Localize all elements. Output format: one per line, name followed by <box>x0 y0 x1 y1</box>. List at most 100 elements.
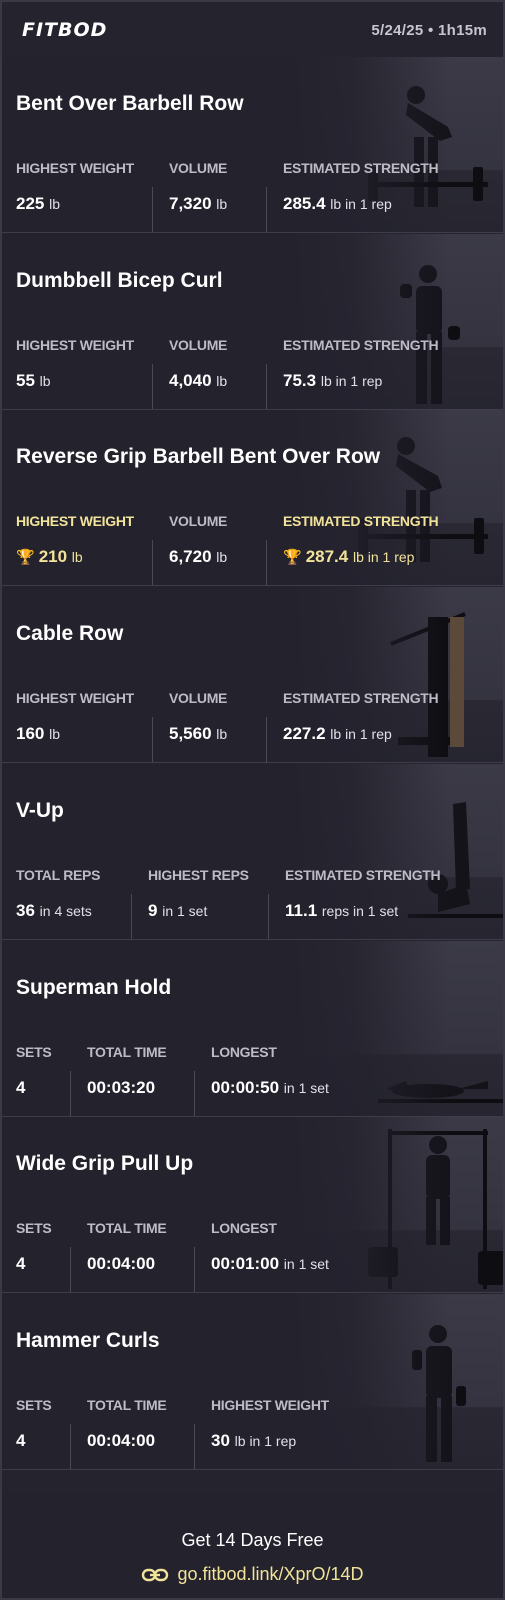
stat-value-row: 75.3 lb in 1 rep <box>283 371 382 391</box>
stat-unit: lb in 1 rep <box>234 1433 297 1449</box>
stat-value-row: 4 <box>16 1254 25 1274</box>
stat-value: 55 <box>16 371 35 390</box>
stat-value-row: 🏆 287.4 lb in 1 rep <box>283 547 414 567</box>
trial-link-text: go.fitbod.link/XprO/14D <box>177 1564 364 1584</box>
stat-unit: lb <box>216 373 228 389</box>
exercise-card[interactable]: Reverse Grip Barbell Bent Over Row HIGHES… <box>2 410 503 586</box>
stat-label: HIGHEST REPS <box>148 867 249 883</box>
stat-label: TOTAL TIME <box>87 1397 167 1413</box>
stat-unit: lb in 1 rep <box>330 726 392 742</box>
exercise-name: Dumbbell Bicep Curl <box>16 269 223 292</box>
stat-value-row: 36 in 4 sets <box>16 901 92 921</box>
stat-unit: in 1 set <box>283 1256 329 1272</box>
stat-divider <box>152 540 153 585</box>
stat-divider <box>194 1247 195 1292</box>
stat-value: 00:04:00 <box>87 1431 156 1450</box>
stat-value-row: 7,320 lb <box>169 194 227 214</box>
trial-link[interactable]: go.fitbod.link/XprO/14D <box>2 1564 503 1585</box>
stat-value: 225 <box>16 194 45 213</box>
stat-divider <box>268 894 269 939</box>
stat-divider <box>152 187 153 232</box>
stat-value-row: 00:04:00 <box>87 1254 155 1274</box>
stat-label: ESTIMATED STRENGTH <box>283 690 439 706</box>
stat-value: 75.3 <box>283 371 317 390</box>
stat-value: 36 <box>16 901 35 920</box>
exercise-name: Reverse Grip Barbell Bent Over Row <box>16 445 381 468</box>
stat-value-row: 30 lb in 1 rep <box>211 1431 296 1451</box>
stat-label: LONGEST <box>211 1220 277 1236</box>
workout-date-duration: 5/24/25 • 1h15m <box>371 22 487 39</box>
stat-value-row: 4 <box>16 1078 25 1098</box>
stat-divider <box>266 540 267 585</box>
stat-value-row: 4,040 lb <box>169 371 227 391</box>
stat-unit: in 1 set <box>283 1080 329 1096</box>
stat-unit: in 4 sets <box>39 903 92 919</box>
stat-value-row: 55 lb <box>16 371 51 391</box>
stat-value-row: 00:03:20 <box>87 1078 155 1098</box>
stat-label: VOLUME <box>169 337 228 353</box>
exercise-name: Cable Row <box>16 622 124 645</box>
footer: Get 14 Days Free go.fitbod.link/XprO/14D <box>2 1493 503 1598</box>
stat-label: HIGHEST WEIGHT <box>16 690 134 706</box>
stat-divider <box>70 1424 71 1469</box>
exercise-image <box>288 1294 503 1469</box>
stat-value: 00:03:20 <box>87 1078 156 1097</box>
stat-unit: lb in 1 rep <box>330 196 392 212</box>
stat-label: VOLUME <box>169 513 228 529</box>
stat-unit: lb <box>49 196 61 212</box>
stat-divider <box>266 187 267 232</box>
stat-unit: lb in 1 rep <box>352 549 415 565</box>
stat-label: VOLUME <box>169 690 228 706</box>
stat-unit: lb <box>216 549 228 565</box>
stat-value-row: 225 lb <box>16 194 60 214</box>
stat-value: 6,720 <box>169 547 212 566</box>
trophy-icon: 🏆 <box>283 548 302 566</box>
stat-value: 30 <box>211 1431 230 1450</box>
stat-value: 285.4 <box>283 194 326 213</box>
stat-value: 5,560 <box>169 724 212 743</box>
stat-value-row: 227.2 lb in 1 rep <box>283 724 392 744</box>
exercise-card[interactable]: Bent Over Barbell Row HIGHEST WEIGHT 225 l… <box>2 57 503 233</box>
exercise-card[interactable]: Dumbbell Bicep Curl HIGHEST WEIGHT 55 lb VO… <box>2 234 503 410</box>
exercise-card[interactable]: Cable Row HIGHEST WEIGHT 160 lb VOLUME 5,560… <box>2 587 503 763</box>
stat-label: SETS <box>16 1044 52 1060</box>
stat-value: 4 <box>16 1254 26 1273</box>
free-trial-cta: Get 14 Days Free <box>181 1530 324 1550</box>
stat-label: LONGEST <box>211 1044 277 1060</box>
stat-unit: reps in 1 set <box>321 903 399 919</box>
exercise-card[interactable]: Wide Grip Pull Up SETS 4 TOTAL TIME 00:04:00… <box>2 1117 503 1293</box>
stat-value-row: 160 lb <box>16 724 60 744</box>
header: FITBOD 5/24/25 • 1h15m <box>2 2 505 59</box>
exercise-name: Superman Hold <box>16 976 172 999</box>
stat-unit: lb in 1 rep <box>320 373 383 389</box>
stat-value: 9 <box>148 901 158 920</box>
stat-unit: lb <box>39 373 51 389</box>
exercise-name: V-Up <box>16 799 64 822</box>
stat-unit: lb <box>216 726 228 742</box>
stat-unit: in 1 set <box>162 903 208 919</box>
stat-label: HIGHEST WEIGHT <box>16 337 134 353</box>
stat-divider <box>70 1071 71 1116</box>
stat-value: 00:00:50 <box>211 1078 280 1097</box>
stat-divider <box>70 1247 71 1292</box>
stat-label: SETS <box>16 1220 52 1236</box>
stat-divider <box>266 364 267 409</box>
fitbod-logo: FITBOD <box>22 19 108 41</box>
link-icon <box>142 1568 169 1582</box>
exercise-name: Hammer Curls <box>16 1329 160 1352</box>
stat-value: 4 <box>16 1078 26 1097</box>
stat-value: 4,040 <box>169 371 212 390</box>
stat-value-row: 9 in 1 set <box>148 901 207 921</box>
stat-label: ESTIMATED STRENGTH <box>283 337 439 353</box>
exercise-card[interactable]: Hammer Curls SETS 4 TOTAL TIME 00:04:00 HIGHE… <box>2 1294 503 1470</box>
stat-label: TOTAL REPS <box>16 867 101 883</box>
stat-value: 7,320 <box>169 194 212 213</box>
trophy-icon: 🏆 <box>16 548 35 566</box>
stat-value-row: 🏆 210 lb <box>16 547 83 567</box>
stat-unit: lb <box>71 549 83 565</box>
exercise-name: Wide Grip Pull Up <box>16 1152 194 1175</box>
stat-label: SETS <box>16 1397 52 1413</box>
exercise-card[interactable]: V-Up TOTAL REPS 36 in 4 sets HIGHEST REPS 9 … <box>2 764 503 940</box>
stat-value: 4 <box>16 1431 26 1450</box>
exercise-card[interactable]: Superman Hold SETS 4 TOTAL TIME 00:03:20 LONG… <box>2 941 503 1117</box>
